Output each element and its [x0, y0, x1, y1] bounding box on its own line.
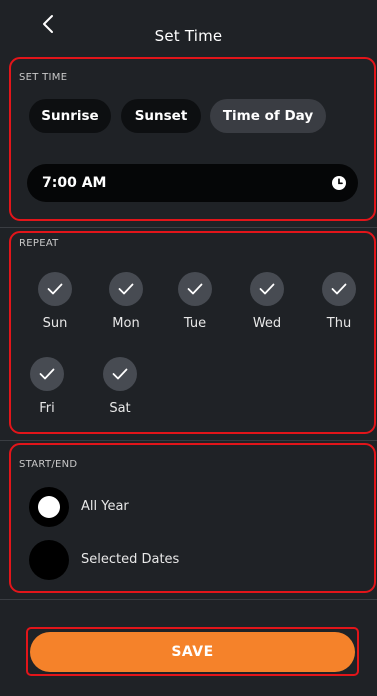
day-tue-label: Tue	[183, 316, 207, 331]
all-year-label[interactable]: All Year	[81, 499, 129, 514]
save-button-label: SAVE	[171, 644, 214, 660]
check-icon	[47, 283, 63, 295]
day-mon[interactable]: Mon	[104, 272, 148, 331]
start-end-label: START/END	[19, 459, 78, 470]
time-of-day-option[interactable]: Time of Day	[210, 99, 326, 133]
divider	[0, 440, 377, 441]
day-mon-toggle[interactable]	[109, 272, 143, 306]
day-sat-label: Sat	[109, 401, 131, 416]
header: Set Time	[0, 0, 377, 52]
day-sat-toggle[interactable]	[103, 357, 137, 391]
selected-dates-radio[interactable]	[29, 540, 69, 580]
check-icon	[259, 283, 275, 295]
day-wed[interactable]: Wed	[245, 272, 289, 331]
day-sun[interactable]: Sun	[33, 272, 77, 331]
sunrise-option-label: Sunrise	[41, 108, 99, 124]
selected-dates-label[interactable]: Selected Dates	[81, 552, 179, 567]
day-wed-toggle[interactable]	[250, 272, 284, 306]
time-of-day-option-label: Time of Day	[222, 108, 314, 124]
page-title: Set Time	[154, 27, 223, 45]
set-time-label: SET TIME	[19, 72, 68, 83]
check-icon	[112, 368, 128, 380]
day-sat[interactable]: Sat	[98, 357, 142, 416]
day-tue-toggle[interactable]	[178, 272, 212, 306]
day-tue[interactable]: Tue	[173, 272, 217, 331]
time-value: 7:00 AM	[42, 175, 107, 191]
check-icon	[39, 368, 55, 380]
save-button[interactable]: SAVE	[30, 632, 355, 672]
divider	[0, 599, 377, 600]
day-fri-toggle[interactable]	[30, 357, 64, 391]
day-mon-label: Mon	[112, 316, 140, 331]
day-fri[interactable]: Fri	[25, 357, 69, 416]
sunset-option-label: Sunset	[134, 108, 188, 124]
clock-icon	[332, 176, 346, 190]
day-thu-toggle[interactable]	[322, 272, 356, 306]
divider	[0, 227, 377, 228]
day-thu[interactable]: Thu	[317, 272, 361, 331]
check-icon	[118, 283, 134, 295]
time-field[interactable]: 7:00 AM	[27, 164, 358, 202]
check-icon	[331, 283, 347, 295]
day-wed-label: Wed	[252, 316, 282, 331]
all-year-radio[interactable]	[29, 487, 69, 527]
radio-selected-dot	[38, 496, 60, 518]
sunset-option[interactable]: Sunset	[121, 99, 201, 133]
day-sun-label: Sun	[42, 316, 68, 331]
day-thu-label: Thu	[326, 316, 352, 331]
sunrise-option[interactable]: Sunrise	[29, 99, 111, 133]
day-sun-toggle[interactable]	[38, 272, 72, 306]
repeat-label: REPEAT	[19, 238, 59, 249]
day-fri-label: Fri	[39, 401, 55, 416]
check-icon	[187, 283, 203, 295]
